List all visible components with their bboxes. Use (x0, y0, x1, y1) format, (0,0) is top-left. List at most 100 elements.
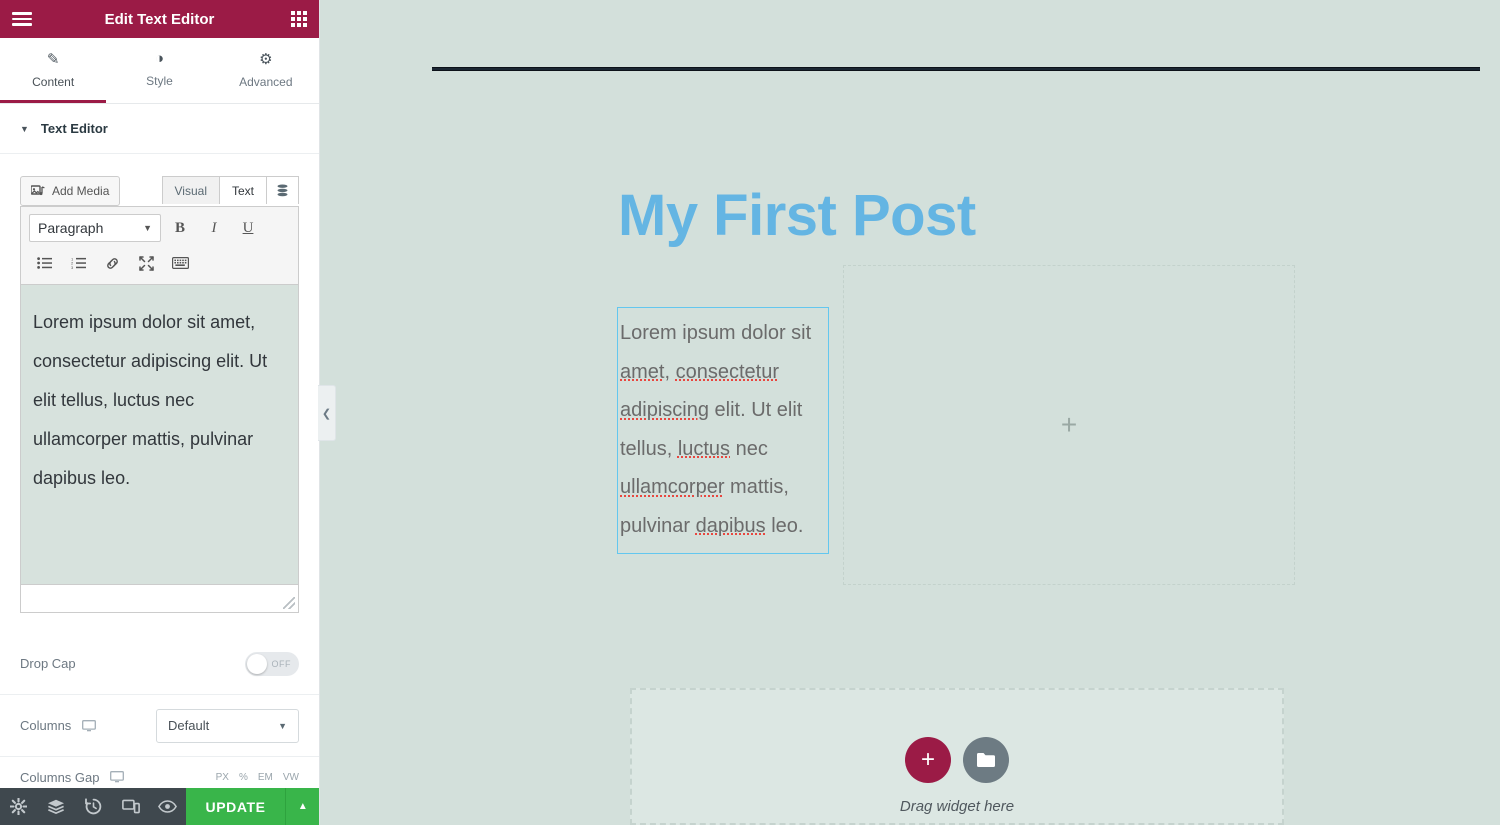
tab-visual-editor[interactable]: Visual (161, 176, 220, 204)
history-glyph (84, 798, 101, 815)
spellcheck-word: ullamcorper (620, 476, 725, 498)
responsive-mode-icon[interactable] (112, 788, 149, 825)
fullscreen-arrows-icon (138, 255, 154, 271)
plus-icon: + (1060, 409, 1078, 440)
folder-icon (977, 753, 995, 767)
drag-widget-dropzone[interactable]: + Drag widget here (630, 688, 1284, 825)
editor-resize-handle[interactable] (283, 597, 295, 609)
toggle-knob (247, 653, 267, 674)
mce-toolbar-row-1: Paragraph ▼ B I U (29, 214, 290, 242)
editor-statusbar (20, 585, 299, 613)
spellcheck-word: consectetur (675, 360, 779, 383)
editor-text-value: Lorem ipsum dolor sit amet, consectetur … (33, 312, 268, 488)
drop-cap-label: Drop Cap (20, 656, 76, 671)
insert-link-button[interactable] (97, 249, 127, 277)
panel-header: Edit Text Editor (0, 0, 319, 38)
panel-tabs: ✎ Content ◑ Style ⚙ Advanced (0, 38, 319, 104)
tab-style-label: Style (146, 74, 173, 88)
add-media-label: Add Media (52, 184, 110, 198)
editor-panel: Edit Text Editor ✎ Content ◑ Style ⚙ Adv… (0, 0, 320, 825)
add-media-button[interactable]: Add Media (20, 176, 121, 206)
columns-select[interactable]: Default ▼ (156, 708, 299, 743)
mce-toolbar: Paragraph ▼ B I U 1 2 3 (20, 206, 299, 285)
text-editor-widget[interactable]: Lorem ipsum dolor sit amet, consectetur … (617, 307, 829, 554)
settings-gear-icon[interactable] (0, 788, 37, 825)
tab-advanced-label: Advanced (239, 74, 293, 89)
toolbar-toggle-button[interactable] (267, 176, 299, 204)
unit-percent[interactable]: % (239, 772, 248, 783)
unit-vw[interactable]: VW (283, 772, 299, 783)
editor-mode-tabs: Visual Text (161, 176, 299, 204)
bulleted-list-icon (36, 257, 52, 269)
bold-button[interactable]: B (165, 214, 195, 242)
hamburger-menu-icon[interactable] (12, 12, 32, 26)
layers-glyph (47, 799, 64, 814)
columns-gap-label: Columns Gap (20, 769, 100, 785)
gear-glyph (10, 798, 28, 815)
plus-icon: + (920, 746, 935, 773)
bulleted-list-button[interactable] (29, 249, 59, 277)
keyboard-shortcuts-button[interactable] (165, 249, 195, 277)
history-revisions-icon[interactable] (75, 788, 112, 825)
link-icon (106, 257, 118, 269)
section-header-text-editor[interactable]: ▼ Text Editor (0, 104, 319, 154)
columns-select-value: Default (168, 718, 210, 733)
apps-grid-icon[interactable] (291, 11, 307, 27)
toolbar-toggle-icon (277, 184, 288, 197)
columns-gap-units: PX % EM VW (216, 772, 299, 783)
numbered-list-icon: 1 2 3 (71, 257, 86, 269)
unit-px[interactable]: PX (216, 772, 229, 783)
chevron-down-icon: ▼ (278, 720, 287, 731)
section-title: Text Editor (40, 121, 108, 136)
gear-icon: ⚙ (259, 50, 273, 68)
chevron-up-icon: ▲ (297, 801, 308, 812)
add-new-section-button[interactable]: + (905, 737, 951, 783)
spellcheck-word: amet (620, 360, 665, 383)
panel-collapse-handle[interactable]: ❮ (318, 385, 336, 441)
columns-label: Columns (20, 718, 72, 733)
format-select-value: Paragraph (38, 220, 104, 236)
keyboard-icon (171, 257, 189, 269)
update-options-button[interactable]: ▲ (284, 788, 319, 825)
panel-bottom-bar: UPDATE ▲ (0, 788, 319, 825)
responsive-glyph (121, 799, 140, 814)
svg-text:3: 3 (71, 265, 74, 269)
dropzone-label: Drag widget here (899, 798, 1015, 815)
drop-cap-toggle[interactable]: OFF (245, 651, 299, 676)
empty-column-dropzone[interactable]: + (843, 265, 1295, 585)
contrast-circle-icon: ◑ (154, 50, 165, 67)
add-template-button[interactable] (963, 737, 1009, 783)
editor-text-area[interactable]: Lorem ipsum dolor sit amet, consectetur … (20, 285, 299, 585)
media-photo-music-icon (31, 184, 45, 195)
text-widget-content: Lorem ipsum dolor sit amet, consectetur … (620, 322, 812, 537)
format-select[interactable]: Paragraph ▼ (29, 214, 161, 242)
chevron-down-icon: ▼ (143, 223, 152, 233)
divider-rule (432, 67, 1480, 71)
eye-glyph (158, 800, 178, 813)
update-button[interactable]: UPDATE (186, 788, 285, 825)
editor-top-toolbar: Add Media Visual Text (20, 176, 299, 206)
dropzone-buttons: + (632, 737, 1282, 783)
desktop-icon[interactable] (110, 771, 125, 783)
editor-canvas: My First Post Lorem ipsum dolor sit amet… (320, 0, 1500, 825)
numbered-list-button[interactable]: 1 2 3 (63, 249, 93, 277)
panel-title: Edit Text Editor (104, 10, 215, 28)
spellcheck-word: adipiscing (620, 399, 709, 421)
preview-eye-icon[interactable] (149, 788, 186, 825)
chevron-down-icon: ▼ (20, 123, 29, 134)
columns-gap-label-group: Columns Gap (20, 769, 125, 785)
tab-advanced[interactable]: ⚙ Advanced (213, 38, 319, 103)
navigator-layers-icon[interactable] (37, 788, 74, 825)
unit-em[interactable]: EM (258, 772, 273, 783)
tab-content-label: Content (32, 74, 75, 89)
italic-button[interactable]: I (199, 214, 229, 242)
tab-content[interactable]: ✎ Content (0, 38, 107, 103)
tab-text-editor[interactable]: Text (219, 176, 267, 204)
control-drop-cap: Drop Cap OFF (0, 633, 319, 695)
underline-button[interactable]: U (233, 214, 263, 242)
fullscreen-button[interactable] (131, 249, 161, 277)
content-section: Lorem ipsum dolor sit amet, consectetur … (617, 265, 1297, 585)
desktop-icon[interactable] (82, 719, 97, 732)
tab-style[interactable]: ◑ Style (106, 38, 212, 103)
chevron-left-icon: ❮ (321, 407, 332, 420)
